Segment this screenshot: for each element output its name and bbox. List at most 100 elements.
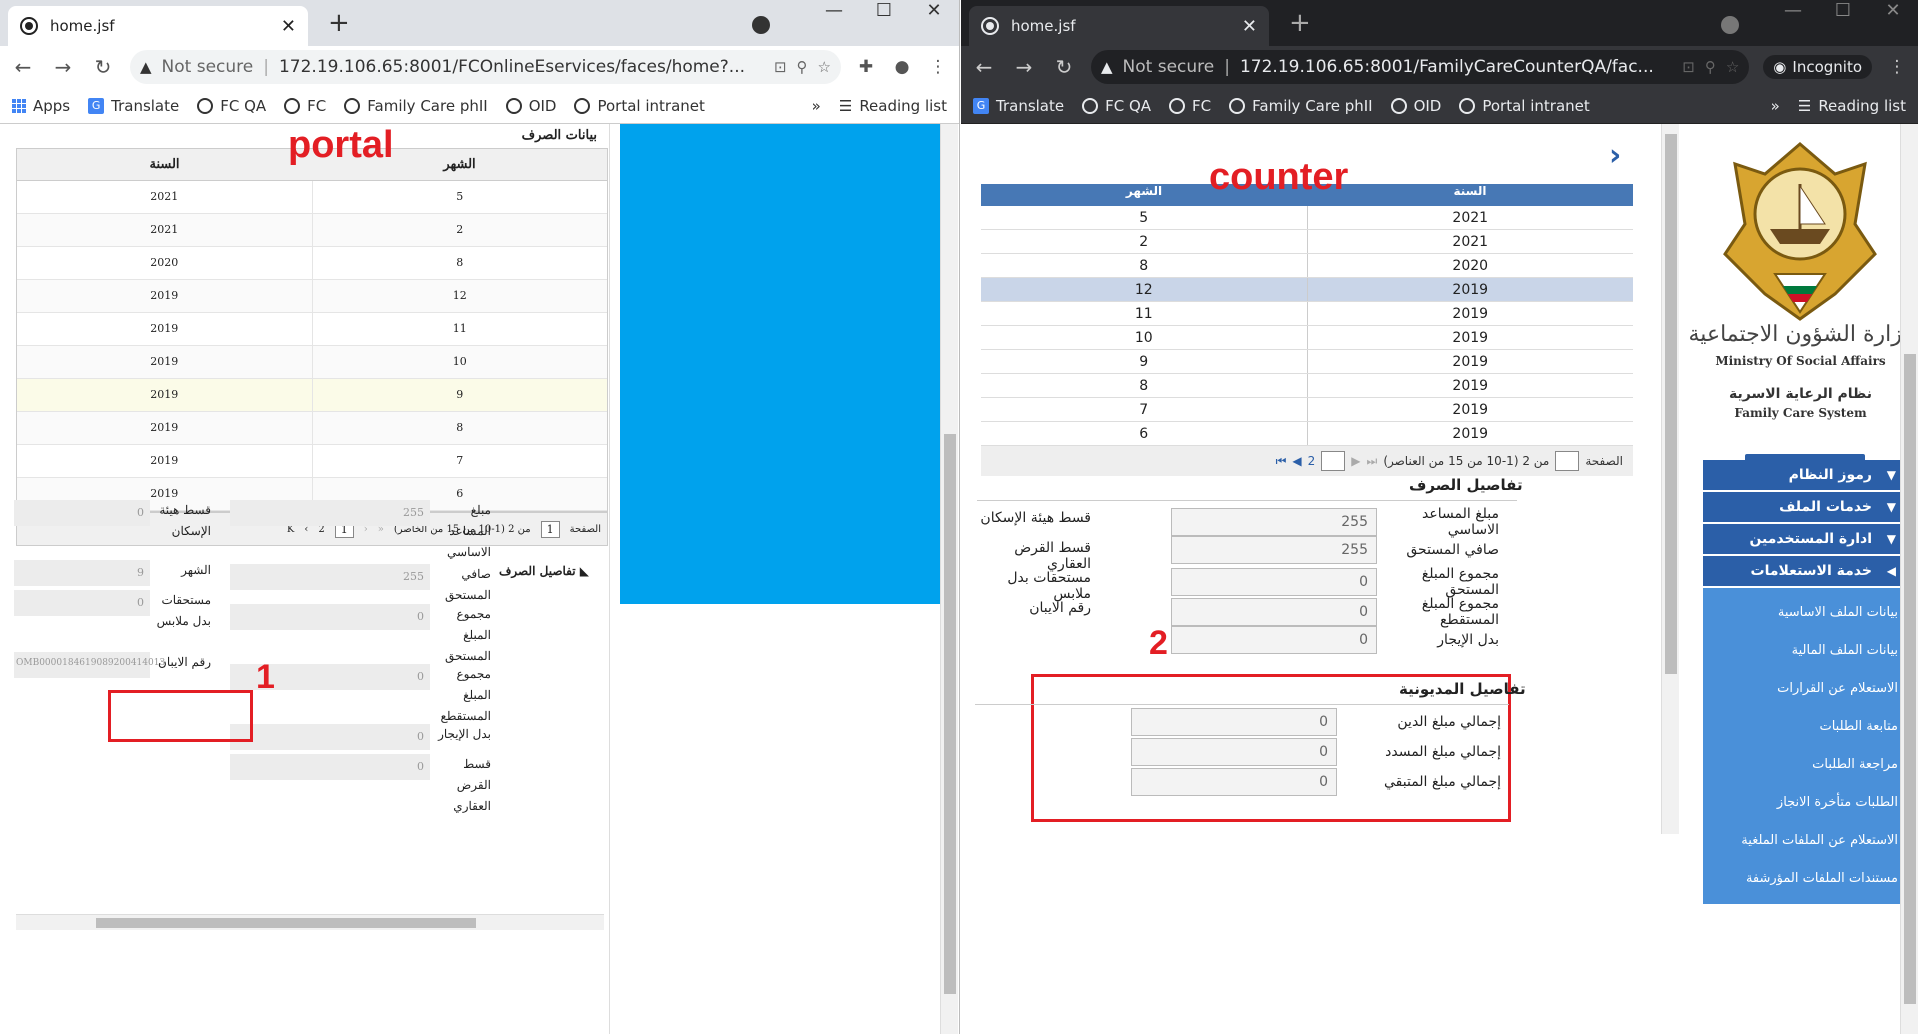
menu-item-inquiry-service[interactable]: خدمة الاستعلامات ◀ — [1703, 556, 1908, 586]
bookmark-translate[interactable]: G Translate — [88, 97, 179, 115]
field-input[interactable]: 0 — [1131, 768, 1337, 796]
table-row[interactable]: 2019 9 — [17, 379, 607, 412]
current-page-box[interactable] — [1321, 451, 1346, 471]
field-input[interactable]: 0 — [14, 590, 150, 616]
bookmark-oid[interactable]: OID — [1390, 97, 1441, 115]
reading-list[interactable]: ☰ Reading list — [839, 97, 947, 115]
prev-page-button[interactable]: ◀ — [1292, 454, 1301, 468]
bookmark-apps[interactable]: Apps — [12, 97, 70, 115]
last-page-button[interactable]: ⏭ — [1367, 454, 1378, 469]
page-input[interactable]: 1 — [540, 520, 560, 538]
bookmark-translate[interactable]: G Translate — [973, 97, 1064, 115]
table-row[interactable]: 2019 8 — [17, 412, 607, 445]
table-row[interactable]: 2019 11 — [17, 313, 607, 346]
minimize-button[interactable]: — — [809, 0, 859, 22]
menu-icon[interactable]: ⋮ — [1886, 57, 1908, 77]
avatar-icon[interactable]: ● — [891, 57, 913, 77]
maximize-button[interactable]: ☐ — [1818, 0, 1868, 22]
bookmarks-more[interactable]: » — [812, 97, 821, 115]
table-row[interactable]: 2019 12 — [17, 280, 607, 313]
zoom-icon[interactable]: ⚲ — [797, 58, 808, 76]
new-tab-button[interactable]: + — [328, 8, 350, 38]
back-icon[interactable]: ← — [971, 55, 997, 79]
translate-icon[interactable]: ⊡ — [1682, 58, 1695, 76]
field-input[interactable]: 255 — [230, 500, 430, 526]
bookmark-fc[interactable]: FC — [284, 97, 326, 115]
submenu-item[interactable]: الطلبات متأخرة الانجاز — [1703, 784, 1908, 822]
forward-icon[interactable]: → — [50, 55, 76, 79]
next-page-button[interactable]: ▶ — [1351, 454, 1360, 468]
field-input[interactable]: 0 — [230, 724, 430, 750]
field-input[interactable]: 255 — [1171, 508, 1377, 536]
bookmark-portal-intranet[interactable]: Portal intranet — [1459, 97, 1590, 115]
submenu-item[interactable]: بيانات الملف المالية — [1703, 632, 1908, 670]
profile-dropdown-icon[interactable] — [752, 16, 770, 34]
bookmark-oid[interactable]: OID — [505, 97, 556, 115]
field-input[interactable]: 255 — [1171, 536, 1377, 564]
table-row[interactable]: 2019 7 — [17, 445, 607, 478]
field-input[interactable]: 0 — [230, 604, 430, 630]
menu-icon[interactable]: ⋮ — [927, 57, 949, 77]
table-row[interactable]: 7 2019 — [981, 398, 1633, 422]
bookmark-family-care[interactable]: Family Care phII — [1229, 97, 1373, 115]
bookmark-family-care[interactable]: Family Care phII — [344, 97, 488, 115]
extensions-icon[interactable]: ✚ — [855, 57, 877, 77]
menu-item-user-admin[interactable]: ادارة المستخدمين ▼ — [1703, 524, 1908, 554]
address-bar[interactable]: ▲ Not secure | 172.19.106.65:8001/Family… — [1091, 50, 1750, 84]
browser-tab[interactable]: home.jsf ✕ — [969, 6, 1269, 46]
field-input[interactable]: 0 — [1171, 568, 1377, 596]
zoom-icon[interactable]: ⚲ — [1705, 58, 1716, 76]
vertical-scrollbar[interactable] — [940, 124, 958, 1034]
close-window-button[interactable]: ✕ — [1868, 0, 1918, 22]
table-row[interactable]: 12 2019 — [981, 278, 1633, 302]
field-input[interactable]: 0 — [1131, 708, 1337, 736]
star-icon[interactable]: ☆ — [1726, 58, 1739, 76]
field-input[interactable]: 255 — [230, 564, 430, 590]
table-row[interactable]: 2019 10 — [17, 346, 607, 379]
page-2-link[interactable]: 2 — [1308, 454, 1316, 468]
table-row[interactable]: 2 2021 — [981, 230, 1633, 254]
bookmarks-more[interactable]: » — [1771, 97, 1780, 115]
header-year[interactable]: السنة — [1307, 184, 1633, 206]
field-input[interactable]: 0 — [1131, 738, 1337, 766]
table-row[interactable]: 2020 8 — [17, 247, 607, 280]
table-row[interactable]: 5 2021 — [981, 206, 1633, 230]
reload-icon[interactable]: ↻ — [1051, 55, 1077, 79]
sidebar-scrollbar[interactable] — [1900, 124, 1918, 1034]
header-year[interactable]: السنة — [17, 149, 312, 180]
submenu-item[interactable]: مراجعة الطلبات — [1703, 746, 1908, 784]
star-icon[interactable]: ☆ — [818, 58, 831, 76]
translate-icon[interactable]: ⊡ — [774, 58, 787, 76]
reload-icon[interactable]: ↻ — [90, 55, 116, 79]
submenu-item[interactable]: بيانات الملف الاساسية — [1703, 594, 1908, 632]
field-input[interactable]: 0 — [14, 500, 150, 526]
submenu-item[interactable]: الاستعلام عن الملفات الملغية — [1703, 822, 1908, 860]
new-tab-button[interactable]: + — [1289, 8, 1311, 38]
address-bar[interactable]: ▲ Not secure | 172.19.106.65:8001/FCOnli… — [130, 50, 841, 84]
chevron-right-icon[interactable]: › — [1609, 138, 1621, 173]
close-window-button[interactable]: ✕ — [909, 0, 959, 22]
table-row[interactable]: 8 2019 — [981, 374, 1633, 398]
page-input[interactable] — [1555, 451, 1580, 471]
incognito-badge[interactable]: ◉ Incognito — [1763, 55, 1872, 79]
menu-item-system-codes[interactable]: رموز النظام ▼ — [1703, 460, 1908, 490]
field-input[interactable]: OMB0000184619089200414013 — [14, 652, 165, 678]
bookmark-fc-qa[interactable]: FC QA — [197, 97, 266, 115]
table-row[interactable]: 8 2020 — [981, 254, 1633, 278]
profile-dropdown-icon[interactable] — [1721, 16, 1739, 34]
field-input[interactable]: 0 — [1171, 598, 1377, 626]
table-row[interactable]: 6 2019 — [981, 422, 1633, 446]
forward-icon[interactable]: → — [1011, 55, 1037, 79]
submenu-item[interactable]: مستندات الملفات المؤرشفة — [1703, 860, 1908, 898]
field-input[interactable]: 0 — [1171, 626, 1377, 654]
menu-item-file-services[interactable]: خدمات الملف ▼ — [1703, 492, 1908, 522]
submenu-item[interactable]: الاستعلام عن القرارات — [1703, 670, 1908, 708]
bookmark-fc-qa[interactable]: FC QA — [1082, 97, 1151, 115]
table-row[interactable]: 2021 2 — [17, 214, 607, 247]
close-tab-icon[interactable]: ✕ — [1242, 16, 1257, 37]
reading-list[interactable]: ☰ Reading list — [1798, 97, 1906, 115]
table-row[interactable]: 9 2019 — [981, 350, 1633, 374]
table-row[interactable]: 10 2019 — [981, 326, 1633, 350]
first-page-button[interactable]: ⏮ — [1276, 454, 1287, 469]
vertical-scrollbar[interactable] — [1661, 124, 1679, 834]
